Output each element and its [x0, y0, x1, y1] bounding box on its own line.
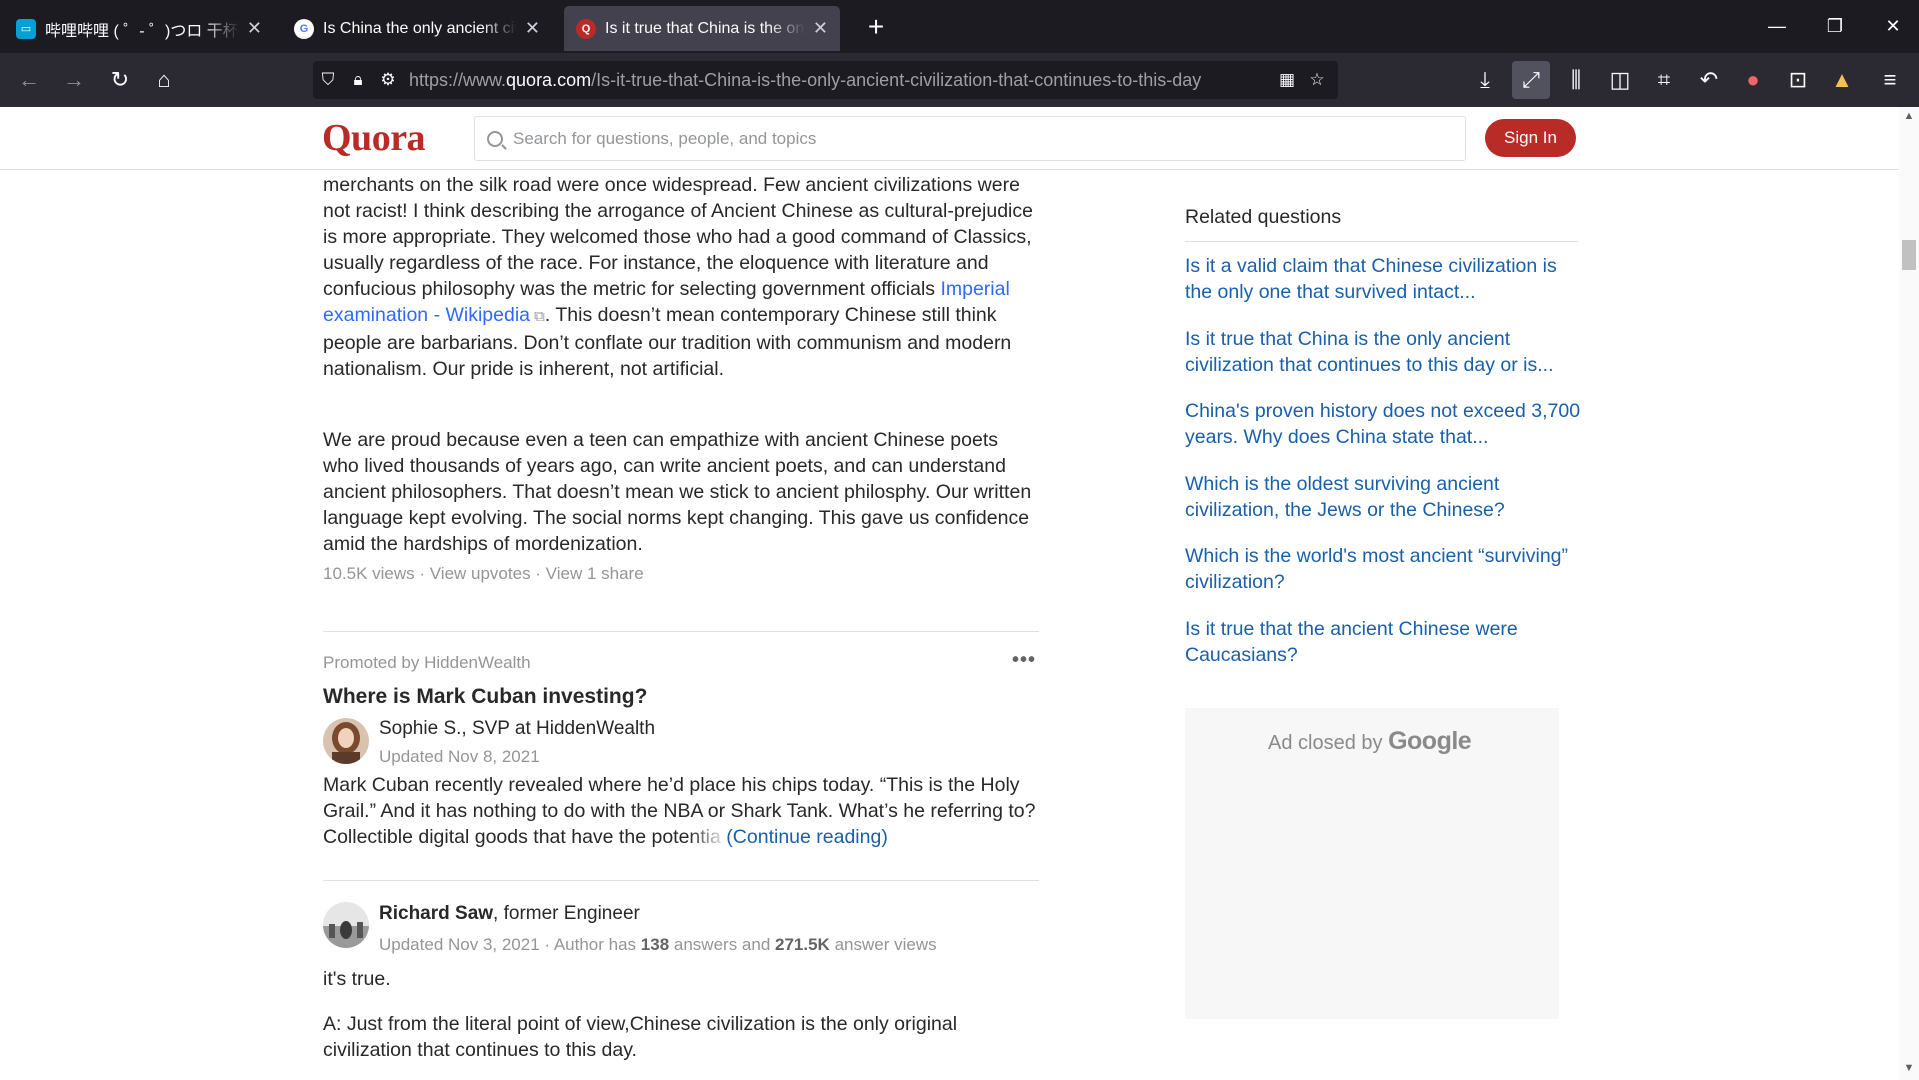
divider	[323, 880, 1039, 881]
scroll-up-arrow-icon[interactable]: ▲	[1899, 110, 1919, 126]
minimize-icon[interactable]: —	[1754, 0, 1800, 53]
answer-paragraph: it's true.	[323, 968, 391, 990]
tab-quora[interactable]: Q Is it true that China is the only anci…	[564, 6, 840, 51]
related-questions-title: Related questions	[1185, 206, 1342, 228]
divider	[1185, 241, 1578, 242]
library-icon[interactable]: ⫼	[1560, 64, 1592, 96]
shield-icon[interactable]: ⛉	[313, 70, 343, 90]
answer-paragraph: We are proud because even a teen can emp…	[323, 429, 1032, 555]
ad-closed-label: Ad closed by Google	[1268, 727, 1472, 755]
divider	[323, 631, 1039, 632]
author-name[interactable]: Richard Saw	[379, 903, 493, 924]
avatar[interactable]	[323, 718, 369, 764]
lock-icon[interactable]: 🔒︎	[343, 70, 373, 90]
more-options-icon[interactable]: •••	[1012, 649, 1036, 672]
translate-extension-icon[interactable]: ▲	[1826, 64, 1858, 96]
quora-icon: Q	[576, 18, 596, 39]
tab-title: 哔哩哔哩 ( ゜- ゜)つロ 干杯~-bilibili	[45, 22, 239, 40]
promoted-label[interactable]: Promoted by HiddenWealth	[323, 653, 531, 673]
author-name[interactable]: Sophie S., SVP at HiddenWealth	[379, 718, 655, 740]
related-question-link[interactable]: Is it true that China is the only ancien…	[1185, 326, 1585, 378]
scroll-down-arrow-icon[interactable]: ▼	[1899, 1062, 1919, 1078]
scrollbar-thumb[interactable]	[1902, 240, 1916, 270]
bookmark-star-icon[interactable]: ☆	[1302, 70, 1332, 90]
extension-icon[interactable]: ●	[1737, 64, 1769, 96]
address-bar[interactable]: ⛉ 🔒︎ ⚙ https://www.quora.com/Is-it-true-…	[313, 61, 1338, 99]
google-logo: Google	[1388, 727, 1472, 755]
restore-icon[interactable]: ❐	[1812, 0, 1858, 53]
tab-title: Is it true that China is the only ancien…	[605, 19, 805, 37]
related-question-link[interactable]: China's proven history does not exceed 3…	[1185, 398, 1585, 450]
avatar-image	[323, 718, 369, 764]
author-credential: Richard Saw, former Engineer	[379, 903, 640, 924]
close-window-icon[interactable]: ✕	[1870, 0, 1916, 53]
download-icon[interactable]: ⤓	[1469, 64, 1501, 96]
quora-header: Quora Sign In	[0, 107, 1899, 170]
bilibili-icon: ▭	[16, 18, 36, 39]
crop-icon[interactable]: ⌗	[1648, 64, 1680, 96]
qr-code-icon[interactable]: ▦	[1272, 70, 1302, 90]
undo-icon[interactable]: ↶	[1693, 64, 1725, 96]
quora-logo[interactable]: Quora	[322, 116, 426, 160]
external-link-icon: ⧉	[530, 308, 545, 325]
related-question-link[interactable]: Which is the world's most ancient “survi…	[1185, 543, 1585, 595]
related-question-link[interactable]: Is it true that the ancient Chinese were…	[1185, 616, 1585, 668]
tab-google[interactable]: G Is China the only ancient civilization…	[282, 6, 552, 51]
answer-paragraph: merchants on the silk road were once wid…	[323, 174, 1033, 380]
promoted-excerpt: Mark Cuban recently revealed where he’d …	[323, 774, 1036, 848]
tab-title: Is China the only ancient civilization	[323, 19, 517, 37]
reload-icon[interactable]: ↻	[104, 64, 136, 96]
sidebar-icon[interactable]: ◫	[1604, 64, 1636, 96]
fullscreen-expand-icon[interactable]: ⤢	[1512, 61, 1550, 99]
avatar[interactable]	[323, 902, 369, 948]
new-tab-button[interactable]: +	[857, 8, 895, 46]
search-icon	[487, 130, 503, 147]
avatar-image	[323, 902, 369, 948]
promoted-question-title[interactable]: Where is Mark Cuban investing?	[323, 685, 647, 709]
screenshot-icon[interactable]: ⊡	[1782, 64, 1814, 96]
continue-reading-link[interactable]: (Continue reading)	[726, 826, 888, 848]
url-text[interactable]: https://www.quora.com/Is-it-true-that-Ch…	[409, 70, 1272, 91]
menu-icon[interactable]: ≡	[1874, 64, 1906, 96]
answer-stats[interactable]: 10.5K views · View upvotes · View 1 shar…	[323, 564, 644, 584]
author-stats: Updated Nov 3, 2021 · Author has 138 ans…	[379, 935, 937, 954]
related-question-link[interactable]: Is it a valid claim that Chinese civiliz…	[1185, 253, 1585, 305]
close-tab-icon[interactable]: ✕	[525, 18, 540, 39]
post-date: Updated Nov 8, 2021	[379, 747, 540, 766]
permissions-icon[interactable]: ⚙	[373, 70, 403, 90]
related-question-link[interactable]: Which is the oldest surviving ancient ci…	[1185, 471, 1585, 523]
google-icon: G	[294, 18, 314, 39]
answer-paragraph: A: Just from the literal point of view,C…	[323, 1013, 958, 1061]
back-arrow-icon[interactable]: ←	[13, 64, 45, 96]
search-input[interactable]	[513, 128, 1413, 149]
tab-bilibili[interactable]: ▭ 哔哩哔哩 ( ゜- ゜)つロ 干杯~-bilibili ✕	[4, 6, 274, 51]
search-box[interactable]	[474, 116, 1466, 161]
browser-tab-bar: ▭ 哔哩哔哩 ( ゜- ゜)つロ 干杯~-bilibili ✕ G Is Chi…	[0, 0, 1919, 53]
close-tab-icon[interactable]: ✕	[813, 18, 828, 39]
close-tab-icon[interactable]: ✕	[247, 18, 262, 39]
sign-in-button[interactable]: Sign In	[1485, 119, 1576, 157]
home-icon[interactable]: ⌂	[148, 64, 180, 96]
forward-arrow-icon[interactable]: →	[58, 64, 90, 96]
